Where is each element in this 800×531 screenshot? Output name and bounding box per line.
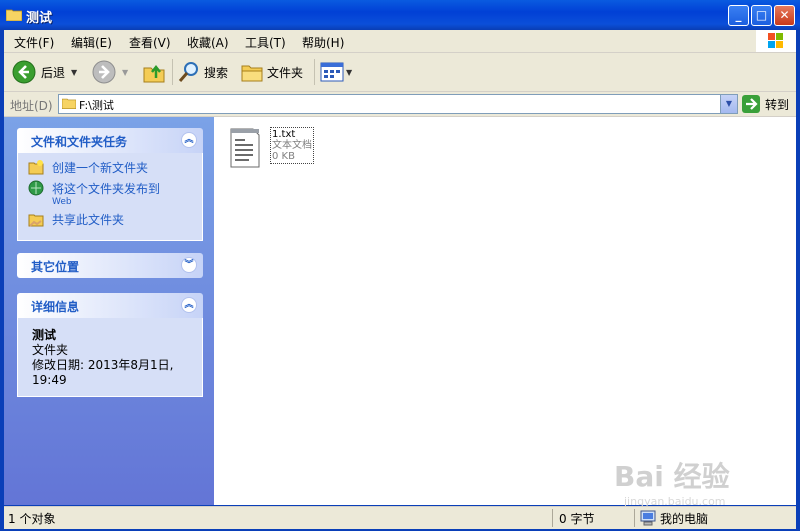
file-type: 文本文档: [272, 140, 312, 151]
menu-tools[interactable]: 工具(T): [245, 34, 286, 51]
other-panel-title: 其它位置: [31, 260, 80, 274]
address-path: F:\测试: [79, 99, 114, 112]
new-folder-icon: [28, 160, 44, 175]
maximize-button[interactable]: □: [751, 5, 772, 26]
menu-file[interactable]: 文件(F): [14, 34, 54, 51]
expand-icon[interactable]: ︾: [181, 257, 197, 273]
back-dropdown-icon[interactable]: ▼: [71, 68, 77, 77]
file-list-view[interactable]: 1.txt 文本文档 0 KB Bai 经验 jingyan.baidu.com: [214, 117, 796, 508]
windows-logo-icon: [756, 30, 796, 52]
views-button[interactable]: ▼: [320, 59, 352, 85]
forward-arrow-icon: [92, 60, 116, 84]
status-objects: 1 个对象: [8, 512, 56, 526]
go-button[interactable]: 转到: [742, 94, 789, 114]
share-folder-icon: [28, 214, 44, 227]
search-button[interactable]: 搜索: [177, 59, 228, 85]
address-dropdown-icon[interactable]: ▼: [720, 95, 737, 113]
collapse-icon[interactable]: ︽: [181, 132, 197, 148]
window-title: 测试: [26, 11, 53, 26]
detail-name: 测试: [32, 328, 57, 342]
publish-web-icon: [28, 180, 44, 196]
folder-icon: [62, 98, 76, 109]
go-label: 转到: [765, 97, 790, 112]
file-folder-tasks-panel: 文件和文件夹任务 ︽ 创建一个新文件夹 将这个文件夹发布到 Web 共享此文件夹: [17, 128, 203, 241]
file-item[interactable]: 1.txt 文本文档 0 KB: [226, 125, 336, 175]
toolbar: 后退 ▼ ▼ 搜索 文件夹 ▼: [4, 53, 796, 92]
forward-dropdown-icon[interactable]: ▼: [122, 68, 128, 77]
title-bar[interactable]: 测试 _ □ ✕: [0, 0, 800, 30]
status-location: 我的电脑: [660, 512, 709, 526]
back-button[interactable]: 后退 ▼: [12, 59, 77, 85]
back-label: 后退: [41, 65, 66, 80]
menu-edit[interactable]: 编辑(E): [71, 34, 112, 51]
other-panel-header[interactable]: 其它位置 ︾: [17, 253, 203, 278]
file-name: 1.txt: [272, 129, 296, 140]
detail-modified-time: 19:49: [32, 373, 67, 387]
menu-favorites[interactable]: 收藏(A): [187, 34, 229, 51]
explorer-window: 测试 _ □ ✕ 文件(F) 编辑(E) 查看(V) 收藏(A) 工具(T) 帮…: [0, 0, 800, 531]
file-size: 0 KB: [272, 151, 295, 162]
views-dropdown-icon[interactable]: ▼: [346, 68, 352, 77]
menu-bar: 文件(F) 编辑(E) 查看(V) 收藏(A) 工具(T) 帮助(H): [4, 30, 796, 53]
views-icon: [320, 62, 344, 82]
tasks-panel-title: 文件和文件夹任务: [31, 135, 128, 149]
task-new-folder[interactable]: 创建一个新文件夹: [28, 159, 192, 176]
tasks-panel-header[interactable]: 文件和文件夹任务 ︽: [17, 128, 203, 153]
up-folder-button[interactable]: [142, 59, 166, 85]
folder-icon: [6, 9, 22, 21]
address-input[interactable]: F:\测试 ▼: [58, 94, 738, 114]
details-panel-header[interactable]: 详细信息 ︽: [17, 293, 203, 318]
status-bar: 1 个对象 0 字节 我的电脑: [4, 506, 796, 529]
text-document-icon: [230, 128, 260, 168]
status-bytes: 0 字节: [559, 512, 595, 526]
details-panel-title: 详细信息: [31, 300, 80, 314]
search-icon: [178, 62, 198, 82]
go-arrow-icon: [742, 95, 760, 113]
forward-button[interactable]: ▼: [92, 59, 128, 85]
details-panel: 详细信息 ︽ 测试 文件夹 修改日期: 2013年8月1日, 19:49: [17, 293, 203, 397]
menu-help[interactable]: 帮助(H): [302, 34, 344, 51]
folders-button[interactable]: 文件夹: [240, 59, 303, 85]
detail-type: 文件夹: [32, 343, 69, 357]
detail-modified: 修改日期: 2013年8月1日,: [32, 358, 174, 372]
watermark: Bai 经验 jingyan.baidu.com: [614, 460, 730, 508]
back-arrow-icon: [12, 60, 36, 84]
search-label: 搜索: [204, 65, 229, 80]
task-share-folder[interactable]: 共享此文件夹: [28, 211, 192, 228]
folders-icon: [241, 65, 263, 82]
up-folder-icon: [143, 64, 165, 83]
menu-view[interactable]: 查看(V): [129, 34, 171, 51]
other-places-panel: 其它位置 ︾: [17, 253, 203, 278]
close-button[interactable]: ✕: [774, 5, 795, 26]
task-publish-web[interactable]: 将这个文件夹发布到 Web: [28, 180, 192, 207]
collapse-icon[interactable]: ︽: [181, 297, 197, 313]
address-label: 地址(D): [10, 99, 53, 113]
folders-label: 文件夹: [267, 65, 304, 80]
minimize-button[interactable]: _: [728, 5, 749, 26]
task-pane: 文件和文件夹任务 ︽ 创建一个新文件夹 将这个文件夹发布到Web 共享此文件夹: [4, 117, 214, 505]
address-bar: 地址(D) F:\测试 ▼ 转到: [4, 92, 796, 117]
file-label: 1.txt 文本文档 0 KB: [270, 127, 314, 164]
my-computer-icon: [640, 510, 656, 526]
